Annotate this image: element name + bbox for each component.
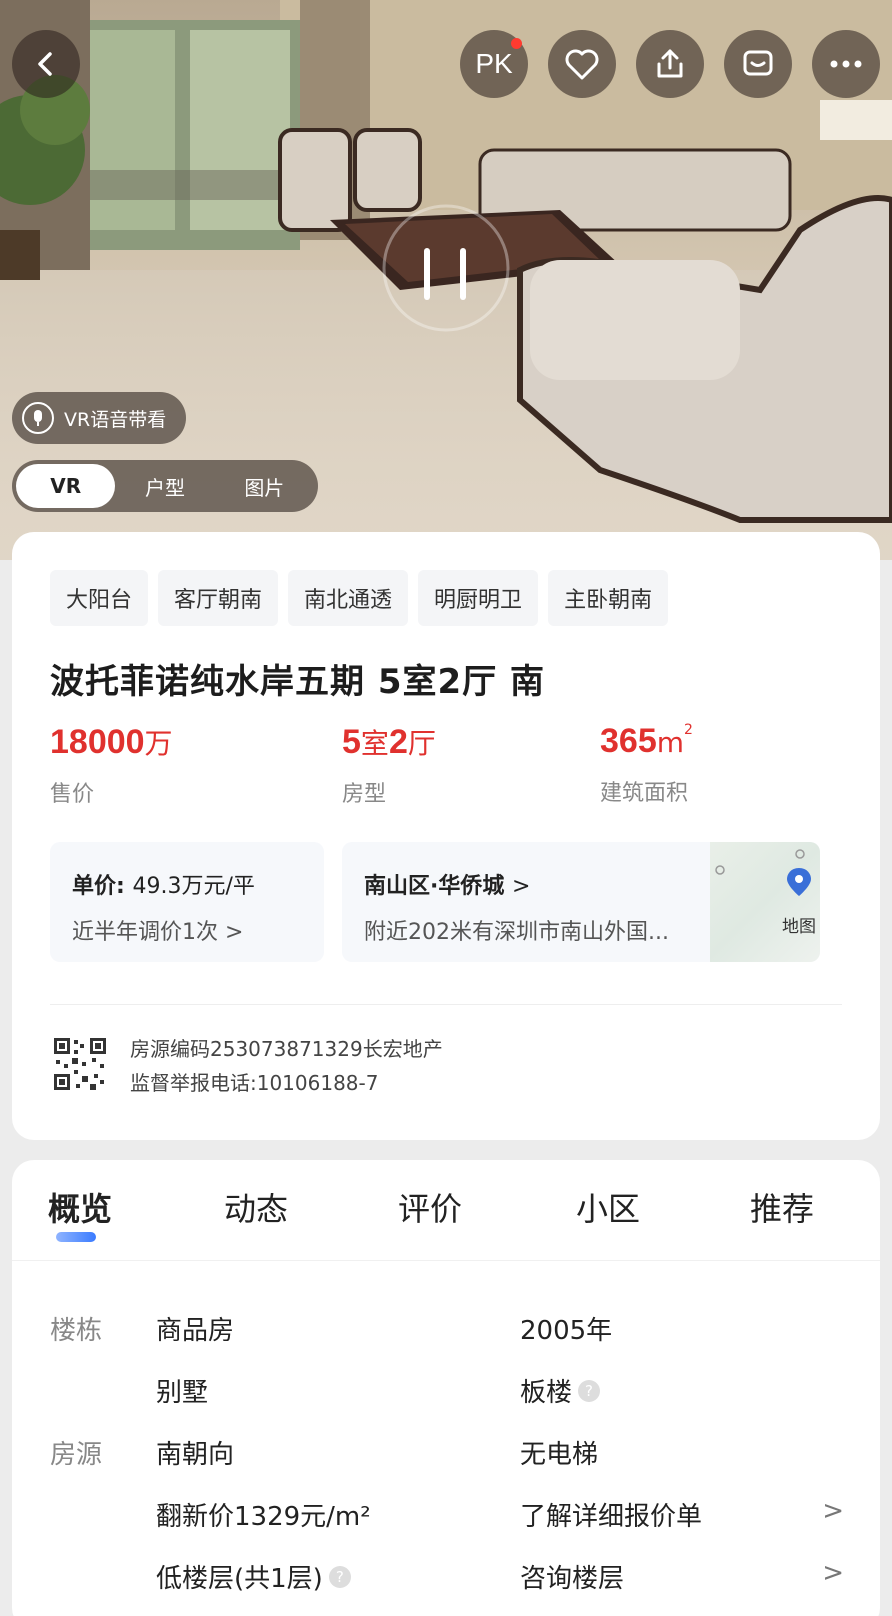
unit-price-value: 49.3万元/平 [132, 874, 255, 899]
map-pin-icon [787, 868, 811, 896]
media-tabs: VR 户型 图片 [12, 460, 318, 512]
vr-voice-tour-button[interactable]: VR语音带看 [12, 392, 187, 444]
chevron-right-icon: > [225, 920, 244, 945]
media-tab-floorplan[interactable]: 户型 [115, 464, 214, 508]
unit-price-box[interactable]: 单价: 49.3万元/平 近半年调价1次 > [50, 842, 324, 962]
registration-info: 房源编码253073871329长宏地产 监督举报电话:10106188-7 [130, 1032, 443, 1100]
source-label: 房源 [50, 1440, 103, 1470]
qr-code-icon[interactable] [52, 1036, 108, 1092]
property-category: 别墅 [156, 1378, 209, 1408]
district-text: 南山区·华侨城 [364, 874, 505, 899]
info-icon[interactable]: ? [578, 1379, 601, 1402]
tab-underline [56, 1232, 96, 1242]
area-value: 365 [600, 722, 657, 760]
area-stat: 365m2 建筑面积 [600, 722, 693, 807]
unit-price-label: 单价: [72, 874, 125, 899]
chevron-left-icon [38, 52, 52, 76]
microphone-icon [22, 402, 54, 434]
nearby-text: 附近202米有深圳市南山外国... [364, 920, 669, 945]
area-unit: m [656, 726, 685, 759]
pk-compare-button[interactable]: PK [460, 30, 528, 98]
price-adjust-text: 近半年调价1次 [72, 920, 218, 945]
build-year: 2005年 [520, 1316, 613, 1346]
building-type-value: 板楼 [520, 1378, 573, 1408]
location-box[interactable]: 南山区·华侨城 > 附近202米有深圳市南山外国... 地图 [342, 842, 820, 962]
message-button[interactable] [724, 30, 792, 98]
tab-reviews[interactable]: 评价 [398, 1184, 462, 1230]
renovation-price: 翻新价1329元/m² [156, 1502, 371, 1532]
map-label: 地图 [782, 917, 816, 937]
feature-tag: 南北通透 [288, 570, 409, 626]
chevron-right-icon[interactable]: > [822, 1496, 844, 1526]
price-label: 售价 [50, 782, 95, 807]
share-icon [657, 49, 683, 78]
feature-tag: 大阳台 [50, 570, 149, 626]
floor-consult-link[interactable]: 咨询楼层 [520, 1558, 624, 1595]
tab-recommend[interactable]: 推荐 [750, 1184, 814, 1230]
feature-tag: 客厅朝南 [158, 570, 279, 626]
property-type: 商品房 [156, 1316, 235, 1346]
chevron-right-icon: > [512, 874, 531, 899]
tab-community[interactable]: 小区 [576, 1184, 640, 1230]
media-tab-vr[interactable]: VR [16, 464, 116, 508]
pk-label: PK [475, 48, 513, 79]
report-phone: 监督举报电话:10106188-7 [130, 1071, 379, 1095]
share-button[interactable] [636, 30, 704, 98]
favorite-button[interactable] [548, 30, 616, 98]
tab-updates[interactable]: 动态 [224, 1184, 288, 1230]
floor-level-value: 低楼层(共1层) [156, 1564, 323, 1594]
listing-info-card: 大阳台 客厅朝南 南北通透 明厨明卫 主卧朝南 波托菲诺纯水岸五期 5室2厅 南… [12, 532, 880, 1140]
area-unit-sup: 2 [684, 722, 693, 738]
price-value: 18000 [50, 723, 145, 761]
elevator: 无电梯 [520, 1440, 599, 1470]
listing-title: 波托菲诺纯水岸五期 5室2厅 南 [50, 662, 545, 702]
map-thumbnail[interactable]: 地图 [710, 842, 820, 962]
more-icon [830, 60, 862, 68]
price-stat: 18000万 售价 [50, 722, 173, 808]
halls-unit: 厅 [407, 727, 436, 760]
chat-icon [743, 50, 773, 76]
back-button[interactable] [12, 30, 80, 98]
notification-dot [511, 38, 522, 49]
detail-card: 概览 动态 评价 小区 推荐 楼栋 商品房 2005年 别墅 板楼 ? 房源 南… [12, 1160, 880, 1616]
hero-photo[interactable]: PK VR语音带看 VR 户型 图片 [0, 0, 892, 560]
heart-icon [565, 49, 599, 80]
rooms-unit: 室 [360, 727, 389, 760]
price-list-link[interactable]: 了解详细报价单 [520, 1496, 702, 1533]
media-tab-photos[interactable]: 图片 [215, 464, 314, 508]
feature-tag: 主卧朝南 [548, 570, 669, 626]
divider [50, 1004, 842, 1005]
tabs-divider [12, 1260, 880, 1261]
detail-tabs: 概览 动态 评价 小区 推荐 [12, 1184, 880, 1264]
price-unit: 万 [144, 727, 173, 760]
layout-stat: 5室2厅 房型 [342, 722, 436, 808]
building-type: 板楼 ? [520, 1372, 601, 1409]
feature-tag: 明厨明卫 [418, 570, 539, 626]
chevron-right-icon[interactable]: > [822, 1558, 844, 1588]
halls-value: 2 [388, 723, 408, 761]
listing-code: 房源编码253073871329长宏地产 [130, 1037, 443, 1061]
info-icon[interactable]: ? [328, 1565, 351, 1588]
rooms-value: 5 [342, 723, 361, 761]
tab-overview[interactable]: 概览 [48, 1184, 112, 1230]
floor-level: 低楼层(共1层) ? [156, 1558, 351, 1595]
feature-tags: 大阳台 客厅朝南 南北通透 明厨明卫 主卧朝南 [50, 570, 669, 626]
orientation: 南朝向 [156, 1440, 235, 1470]
more-button[interactable] [812, 30, 880, 98]
building-label: 楼栋 [50, 1316, 103, 1346]
layout-label: 房型 [342, 782, 387, 807]
vr-voice-label: VR语音带看 [64, 408, 167, 431]
area-label: 建筑面积 [600, 781, 689, 806]
